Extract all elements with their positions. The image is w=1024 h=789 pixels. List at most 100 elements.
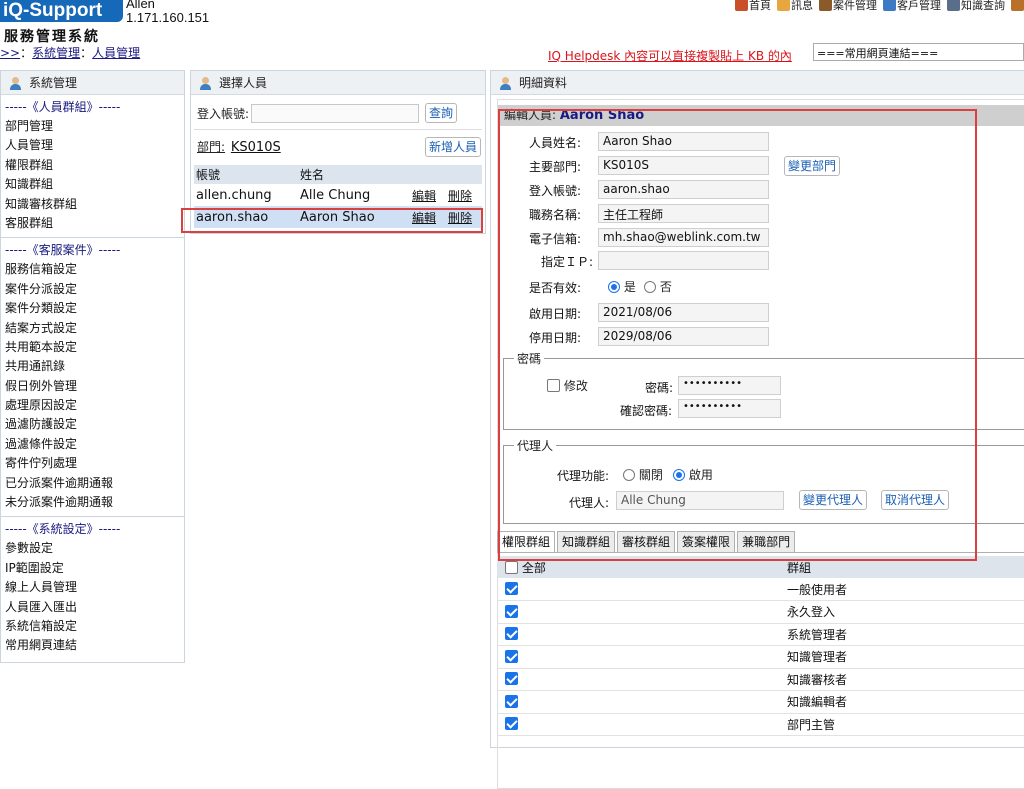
group-checkbox[interactable] <box>505 672 518 686</box>
menu-item[interactable]: 常用網頁連結 <box>5 636 184 655</box>
menu-item[interactable]: 處理原因設定 <box>5 396 184 415</box>
end-date-label: 停用日期: <box>529 331 582 345</box>
menu-section: -----《客服案件》----- 服務信箱設定 案件分派設定 案件分類設定 結案方式設定… <box>1 238 184 518</box>
edit[interactable]: 編輯 <box>410 206 446 228</box>
modify-password-option[interactable]: 修改 <box>547 377 588 394</box>
col-account: 帳號 <box>194 165 298 184</box>
menu-item[interactable]: 參數設定 <box>5 539 184 558</box>
valid-no-radio[interactable] <box>644 281 656 293</box>
menu-item[interactable]: 權限群組 <box>5 156 184 175</box>
menu-item[interactable]: IP範圍設定 <box>5 559 184 578</box>
query-button[interactable]: 查詢 <box>425 103 458 123</box>
proxy-off-option[interactable]: 關閉 <box>623 466 663 483</box>
name-field[interactable]: Aaron Shao <box>598 132 769 151</box>
menu-item[interactable]: 假日例外管理 <box>5 377 184 396</box>
group-name: 系統管理者 <box>787 623 1024 646</box>
proxy-function-label: 代理功能: <box>557 469 610 483</box>
delete-link[interactable]: 刪除 <box>448 211 472 225</box>
delete[interactable]: 刪除 <box>446 206 482 228</box>
menu-item[interactable]: 人員管理 <box>5 136 184 155</box>
nav-logout[interactable] <box>1011 0 1024 13</box>
modify-password-checkbox[interactable] <box>547 379 560 392</box>
ip-field[interactable] <box>598 251 769 270</box>
agent-field[interactable]: Alle Chung <box>616 491 784 510</box>
job-title-field[interactable]: 主任工程師 <box>598 204 769 223</box>
menu-item[interactable]: 共用範本設定 <box>5 338 184 357</box>
proxy-off-radio[interactable] <box>623 469 635 481</box>
nav-customer[interactable]: 客戶管理 <box>883 0 941 13</box>
links-select[interactable]: ===常用網頁連結=== <box>813 43 1024 61</box>
group-checkbox[interactable] <box>505 717 518 731</box>
nav-case[interactable]: 案件管理 <box>819 0 877 13</box>
table-row: 知識管理者 <box>497 645 1024 669</box>
delete-link[interactable]: 刪除 <box>448 189 472 203</box>
proxy-on-radio[interactable] <box>673 469 685 481</box>
valid-yes-radio[interactable] <box>608 281 620 293</box>
start-date-label: 啟用日期: <box>529 307 582 321</box>
menu-item[interactable]: 客服群組 <box>5 214 184 233</box>
helpdesk-link[interactable]: IQ Helpdesk 內容可以直接複製貼上 KB 的內 <box>548 47 792 64</box>
group-checkbox[interactable] <box>505 694 518 708</box>
agent-label: 代理人: <box>569 496 610 510</box>
edit-link[interactable]: 編輯 <box>412 189 436 203</box>
change-agent-button[interactable]: 變更代理人 <box>799 490 868 510</box>
valid-yes-option[interactable]: 是 <box>608 278 636 295</box>
table-row: 一般使用者 <box>497 578 1024 601</box>
edit[interactable]: 編輯 <box>410 184 446 206</box>
system-menu-title: 系統管理 <box>1 71 184 95</box>
confirm-password-field[interactable]: •••••••••• <box>678 399 781 418</box>
menu-item[interactable]: 結案方式設定 <box>5 319 184 338</box>
menu-item[interactable]: 案件分派設定 <box>5 280 184 299</box>
menu-item[interactable]: 過濾防護設定 <box>5 415 184 434</box>
nav-search[interactable]: 知識查詢 <box>947 0 1005 13</box>
menu-item[interactable]: 知識審核群組 <box>5 195 184 214</box>
change-dept-button[interactable]: 變更部門 <box>784 156 841 176</box>
login-field[interactable]: aaron.shao <box>598 180 769 199</box>
proxy-on-option[interactable]: 啟用 <box>673 466 713 483</box>
login-search-input[interactable] <box>251 103 420 123</box>
nav-home[interactable]: 首頁 <box>735 0 771 13</box>
group-checkbox[interactable] <box>505 627 518 641</box>
menu-section: -----《系統設定》----- 參數設定 IP範圍設定 線上人員管理 人員匯入匯出 系統… <box>1 517 184 659</box>
group-checkbox[interactable] <box>505 649 518 663</box>
menu-item[interactable]: 部門管理 <box>5 117 184 136</box>
breadcrumb-home-link[interactable]: >> <box>0 46 20 60</box>
tab-1[interactable]: 知識群組 <box>557 531 616 552</box>
dept-field[interactable]: KS010S <box>598 156 769 175</box>
nav-mail[interactable]: 訊息 <box>777 0 813 13</box>
dept-link[interactable]: KS010S <box>231 140 281 155</box>
table-row[interactable]: allen.chung Alle Chung 編輯 刪除 <box>194 184 482 206</box>
table-row[interactable]: aaron.shao Aaron Shao 編輯 刪除 <box>194 206 482 228</box>
add-person-button[interactable]: 新增人員 <box>425 137 482 157</box>
dept-row: 部門: KS010S <box>197 138 281 155</box>
menu-item[interactable]: 線上人員管理 <box>5 578 184 597</box>
select-all-checkbox[interactable] <box>505 560 518 574</box>
breadcrumb-system-link[interactable]: 系統管理 <box>32 46 80 60</box>
menu-item[interactable]: 知識群組 <box>5 175 184 194</box>
valid-no-option[interactable]: 否 <box>644 278 672 295</box>
menu-item[interactable]: 共用通訊錄 <box>5 357 184 376</box>
delete[interactable]: 刪除 <box>446 184 482 206</box>
edit-link[interactable]: 編輯 <box>412 211 436 225</box>
password-field[interactable]: •••••••••• <box>678 376 781 395</box>
menu-item[interactable]: 未分派案件逾期通報 <box>5 493 184 512</box>
tab-0[interactable]: 權限群組 <box>497 531 556 552</box>
email-field[interactable]: mh.shao@weblink.com.tw <box>598 228 769 247</box>
end-date-field[interactable]: 2029/08/06 <box>598 327 769 346</box>
menu-item[interactable]: 人員匯入匯出 <box>5 598 184 617</box>
menu-item[interactable]: 已分派案件逾期通報 <box>5 474 184 493</box>
detail-panel: 明細資料 編輯人員: Aaron Shao 人員姓名: Aaron Shao 主… <box>490 70 1024 789</box>
menu-item[interactable]: 寄件佇列處理 <box>5 454 184 473</box>
group-checkbox[interactable] <box>505 604 518 618</box>
menu-item[interactable]: 案件分類設定 <box>5 299 184 318</box>
tab-2[interactable]: 審核群組 <box>617 531 676 552</box>
tab-3[interactable]: 簽案權限 <box>677 531 736 552</box>
menu-item[interactable]: 系統信箱設定 <box>5 617 184 636</box>
start-date-field[interactable]: 2021/08/06 <box>598 303 769 322</box>
tab-4[interactable]: 兼職部門 <box>737 531 796 552</box>
menu-item[interactable]: 服務信箱設定 <box>5 260 184 279</box>
cancel-agent-button[interactable]: 取消代理人 <box>881 490 950 510</box>
menu-item[interactable]: 過濾條件設定 <box>5 435 184 454</box>
breadcrumb-personnel-link[interactable]: 人員管理 <box>92 46 140 60</box>
group-checkbox[interactable] <box>505 582 518 595</box>
